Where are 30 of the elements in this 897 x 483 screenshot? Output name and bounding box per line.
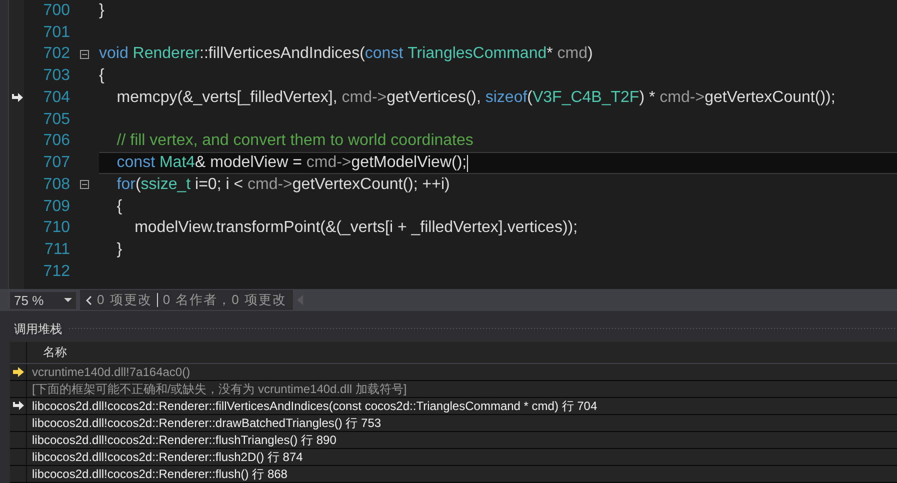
- code-line: // fill vertex, and convert them to world coordinates: [116, 131, 474, 152]
- zoom-dropdown[interactable]: 75 %: [10, 292, 76, 308]
- column-header[interactable]: 名称: [27, 342, 67, 363]
- changes-count[interactable]: 0 项更改: [97, 291, 152, 309]
- line-number: 703: [42, 67, 70, 86]
- line-number: 711: [43, 241, 70, 260]
- line-number: 702: [42, 45, 70, 64]
- code-line: for(ssize_t i=0; i < cmd->getVertexCount(); ++i): [116, 174, 450, 195]
- stack-frame[interactable]: vcruntime140d.dll!7a164ac0(): [27, 364, 190, 380]
- line-number: 701: [42, 24, 70, 42]
- line-number: 700: [42, 2, 70, 20]
- authors-changes[interactable]: 0 名作者，0 项更改: [162, 291, 287, 309]
- code-line: }: [99, 0, 104, 21]
- code-line: }: [116, 240, 122, 260]
- panel-title: 调用堆栈: [14, 320, 62, 338]
- chevron-left-icon: [86, 296, 92, 304]
- line-number: 708: [42, 176, 70, 194]
- line-number: 709: [42, 198, 70, 216]
- code-line: {: [99, 66, 104, 86]
- line-number: 710: [42, 219, 70, 238]
- line-number: 704: [42, 88, 70, 107]
- line-number: 705: [42, 110, 70, 129]
- code-line: void Renderer::fillVerticesAndIndices(const TrianglesCommand* cmd): [99, 44, 593, 64]
- code-line: {: [116, 196, 122, 217]
- dropdown-caret-icon: [64, 298, 72, 302]
- line-number: 712: [42, 262, 70, 281]
- code-line: modelView.transformPoint(&(_verts[i + _filledVertex].vertices));: [134, 218, 578, 238]
- line-number: 706: [42, 132, 70, 150]
- line-number: 707: [42, 154, 70, 172]
- code-line: memcpy(&_verts[_filledVertex], cmd->getVertices(), sizeof(V3F_C4B_T2F) * cmd->getVertexCount());: [116, 88, 836, 108]
